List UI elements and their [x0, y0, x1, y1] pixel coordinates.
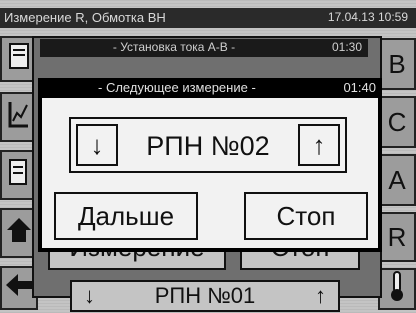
phase-b-label: B [388, 48, 406, 79]
resistance-label: R [387, 221, 407, 252]
next-button-label: Дальше [77, 200, 175, 231]
document-icon [7, 42, 31, 77]
dialog-header: - Следующее измерение - 01:40 [38, 78, 382, 98]
next-measurement-dialog: - Следующее измерение - 01:40 ↓ РПН №02 … [38, 78, 382, 252]
stop-button[interactable]: Стоп [244, 192, 368, 240]
down-arrow-icon: ↓ [90, 129, 104, 160]
background-dialog-header: - Установка тока A-B - 01:30 [40, 39, 368, 57]
title-bar: Измерение R, Обмотка ВН 17.04.13 10:59 [0, 8, 416, 28]
export-icon [7, 157, 31, 194]
screen: Измерение R, Обмотка ВН 17.04.13 10:59 B… [0, 0, 416, 313]
chart-icon [7, 99, 31, 136]
dialog-title: - Следующее измерение - [98, 80, 256, 95]
stop-button-label: Стоп [276, 200, 336, 231]
background-dialog-title: - Установка тока A-B - [112, 40, 236, 54]
temperature-button[interactable] [378, 268, 416, 310]
home-icon [6, 216, 32, 251]
next-button[interactable]: Дальше [54, 192, 198, 240]
dialog-body: ↓ РПН №02 ↑ Дальше Стоп [42, 98, 378, 248]
phase-b-button[interactable]: B [378, 38, 416, 90]
background-up-arrow: ↑ [315, 283, 326, 308]
window-title: Измерение R, Обмотка ВН [4, 10, 166, 25]
resistance-button[interactable]: R [378, 212, 416, 262]
background-selector: ↓ РПН №01 ↑ [70, 280, 340, 312]
dialog-timer: 01:40 [343, 80, 376, 95]
tap-selector: ↓ РПН №02 ↑ [69, 117, 347, 173]
phase-c-label: C [387, 106, 407, 137]
tap-label: РПН №02 [146, 131, 270, 161]
background-selector-label: РПН №01 [154, 283, 256, 308]
back-arrow-icon [4, 272, 34, 305]
datetime: 17.04.13 10:59 [327, 10, 408, 24]
phase-a-button[interactable]: A [378, 154, 416, 206]
background-down-arrow: ↓ [84, 283, 95, 308]
tap-up-button[interactable]: ↑ [298, 124, 340, 166]
background-dialog-timer: 01:30 [331, 40, 362, 54]
up-arrow-icon: ↑ [312, 129, 326, 160]
tap-down-button[interactable]: ↓ [76, 124, 118, 166]
thermometer-icon [389, 270, 405, 309]
phase-c-button[interactable]: C [378, 96, 416, 148]
phase-a-label: A [388, 164, 406, 195]
